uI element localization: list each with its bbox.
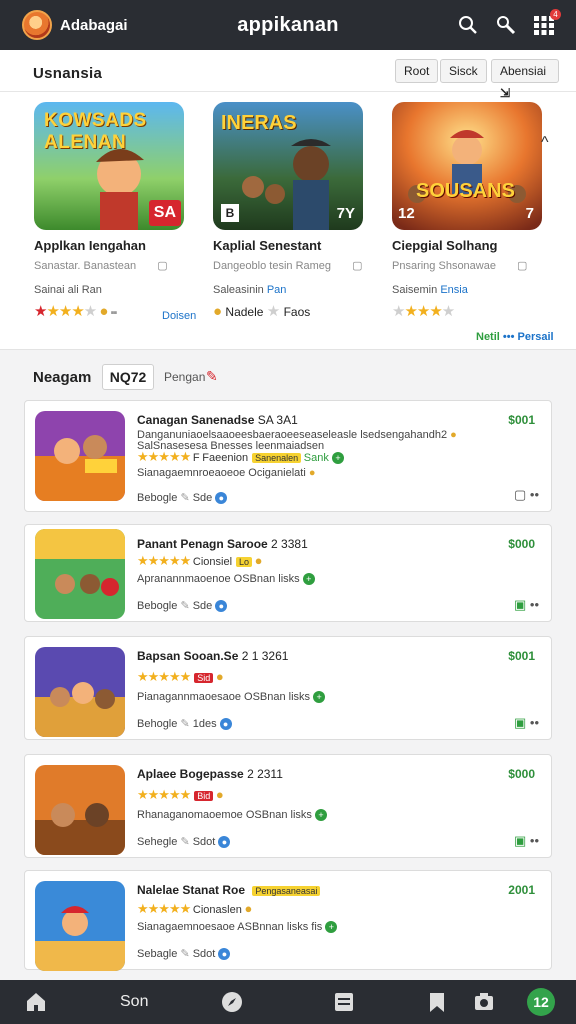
list-title: Neagam <box>33 369 92 386</box>
list-filter-box[interactable]: NQ72 <box>102 364 154 390</box>
app-category: Apranannmaoenoe OSBnan lisks + <box>137 573 315 586</box>
list-sort-label[interactable]: Pengan <box>164 370 205 384</box>
list-item[interactable]: Canagan Sanenadse SA 3A1 Danganuniaoelsa… <box>24 400 552 512</box>
developer: Bebogle ✎ Sde ● <box>137 599 228 613</box>
list-item[interactable]: Aplaee Bogepasse 2 2311 ★★★★★ Bid ● Rhana… <box>24 754 552 858</box>
featured-card[interactable]: KOWSADS ALENAN SA Applkan Iengahan Sanas… <box>34 102 196 322</box>
price: 2001 <box>508 883 535 897</box>
app-title: Canagan Sanenadse SA 3A1 <box>137 413 298 427</box>
app-thumbnail <box>35 411 125 501</box>
thumbnail-badge: 12 <box>398 205 415 222</box>
game-meta: Saisemin Ensia <box>392 284 468 296</box>
bookmark-icon[interactable] <box>425 990 449 1014</box>
publisher-row: ● Nadele ★ Faos <box>213 303 311 320</box>
bottom-nav: Son 12 <box>0 980 576 1024</box>
top-app-bar: Adabagai appikanan 4 <box>0 0 576 50</box>
app-thumbnail <box>35 529 125 619</box>
star-rating: ★★★★★ F Faeenion Sanenalen Sank + <box>137 449 344 465</box>
price: $000 <box>508 767 535 781</box>
chevron-up-icon[interactable]: ^ <box>541 134 549 152</box>
list-item[interactable]: Bapsan Sooan.Se 2 1 3261 ★★★★★ Sid ● Pian… <box>24 636 552 740</box>
app-title: Nalelae Stanat Roe Pengasaneasai <box>137 883 321 897</box>
thumbnail-badge: SA <box>153 204 176 221</box>
pin-icon[interactable]: ✎ <box>206 368 218 385</box>
more-options-icon[interactable]: ▢ •• <box>514 487 539 503</box>
price: $001 <box>508 413 535 427</box>
game-thumbnail: INERAS B 7Y <box>213 102 363 230</box>
featured-card[interactable]: INERAS B 7Y Kaplial Senestant Dangeoblo … <box>213 102 363 320</box>
wrench-icon[interactable] <box>494 13 518 37</box>
details-link[interactable]: Doisen <box>162 310 196 322</box>
app-category: Pianagannmaoesaoe OSBnan lisks + <box>137 691 326 704</box>
more-options-icon[interactable]: ▣ •• <box>514 715 539 731</box>
list-item[interactable]: Nalelae Stanat Roe Pengasaneasai ★★★★★ C… <box>24 870 552 971</box>
game-thumbnail: KOWSADS ALENAN SA <box>34 102 184 230</box>
compass-icon[interactable] <box>220 990 244 1014</box>
app-thumbnail <box>35 765 125 855</box>
thumbnail-badge-b: 7 <box>525 205 534 222</box>
price: $001 <box>508 649 535 663</box>
app-category: Rhanaganomaoemoe OSBnan lisks + <box>137 809 327 822</box>
profile-badge[interactable]: 12 <box>527 988 555 1016</box>
more-options-icon[interactable]: ▣ •• <box>514 833 539 849</box>
game-subtitle: Sanastar. Banastean ▢ <box>34 260 168 272</box>
star-rating: ★★★★★ Bid ● <box>137 787 224 802</box>
camera-icon[interactable] <box>472 990 496 1014</box>
more-link[interactable]: Netil ••• Persail <box>476 331 554 343</box>
developer: Bebogle ✎ Sde ● <box>137 491 228 505</box>
app-thumbnail <box>35 881 125 971</box>
app-title: Aplaee Bogepasse 2 2311 <box>137 767 283 781</box>
thumbnail-title: SOUSANS <box>416 180 515 202</box>
thumbnail-badge: 7Y <box>336 205 355 222</box>
more-options-icon[interactable]: ▣ •• <box>514 597 539 613</box>
developer: Sehegle ✎ Sdot ● <box>137 835 231 849</box>
star-rating: ★★★★★ Cionaslen ● <box>137 901 252 916</box>
grid-menu-icon[interactable]: 4 <box>532 9 561 37</box>
game-subtitle: Dangeoblo tesin Rameg ▢ <box>213 260 363 272</box>
user-name: Adabagai <box>60 16 128 34</box>
star-rating: ★★★★★ Sid ● <box>137 669 224 684</box>
home-icon[interactable] <box>24 990 48 1014</box>
developer: Behogle ✎ 1des ● <box>137 717 232 731</box>
library-icon[interactable] <box>332 990 356 1014</box>
app-category: Sianagaemnroeaoeoe Ociganielati ● <box>137 467 316 479</box>
featured-header: Usnansia Root Sisck Abensiai ⇲ <box>0 52 576 100</box>
game-thumbnail: SOUSANS 12 7 <box>392 102 542 230</box>
game-subtitle: Pnsaring Shsonawae ▢ <box>392 260 528 272</box>
game-meta: Sainai ali Ran <box>34 284 102 296</box>
list-header: Neagam NQ72 Pengan ✎ <box>0 358 576 398</box>
filter-button-root[interactable]: Root <box>395 59 439 83</box>
game-meta: Saleasinin Pan <box>213 284 287 296</box>
game-title: Applkan Iengahan <box>34 238 146 253</box>
user-avatar[interactable] <box>22 10 52 40</box>
featured-card[interactable]: SOUSANS 12 7 Ciepgial Solhang Pnsaring S… <box>392 102 542 320</box>
section-title: Usnansia <box>33 65 103 82</box>
list-item[interactable]: Panant Penagn Sarooe 2 3381 ★★★★★ Cionsi… <box>24 524 552 622</box>
filter-button-sisck[interactable]: Sisck <box>440 59 487 83</box>
nav-label[interactable]: Son <box>120 993 148 1011</box>
developer: Sebagle ✎ Sdot ● <box>137 947 231 961</box>
star-rating: ★★★★★ <box>392 303 455 320</box>
search-icon[interactable] <box>456 13 480 37</box>
thumbnail-badge-b: B <box>221 204 239 222</box>
app-category: Sianagaemnoesaoe ASBnnan lisks fis + <box>137 921 338 934</box>
app-title: Bapsan Sooan.Se 2 1 3261 <box>137 649 289 663</box>
notification-badge: 4 <box>550 9 561 20</box>
thumbnail-title: KOWSADS ALENAN <box>44 110 147 153</box>
app-title: Panant Penagn Sarooe 2 3381 <box>137 537 308 551</box>
thumbnail-title: INERAS <box>221 112 297 134</box>
filter-button-abensiai[interactable]: Abensiai ⇲ <box>491 59 559 100</box>
game-title: Kaplial Senestant <box>213 238 322 253</box>
price: $000 <box>508 537 535 551</box>
game-title: Ciepgial Solhang <box>392 238 498 253</box>
app-thumbnail <box>35 647 125 737</box>
star-rating: ★★★★★ Cionsiel Lo ● <box>137 553 263 568</box>
